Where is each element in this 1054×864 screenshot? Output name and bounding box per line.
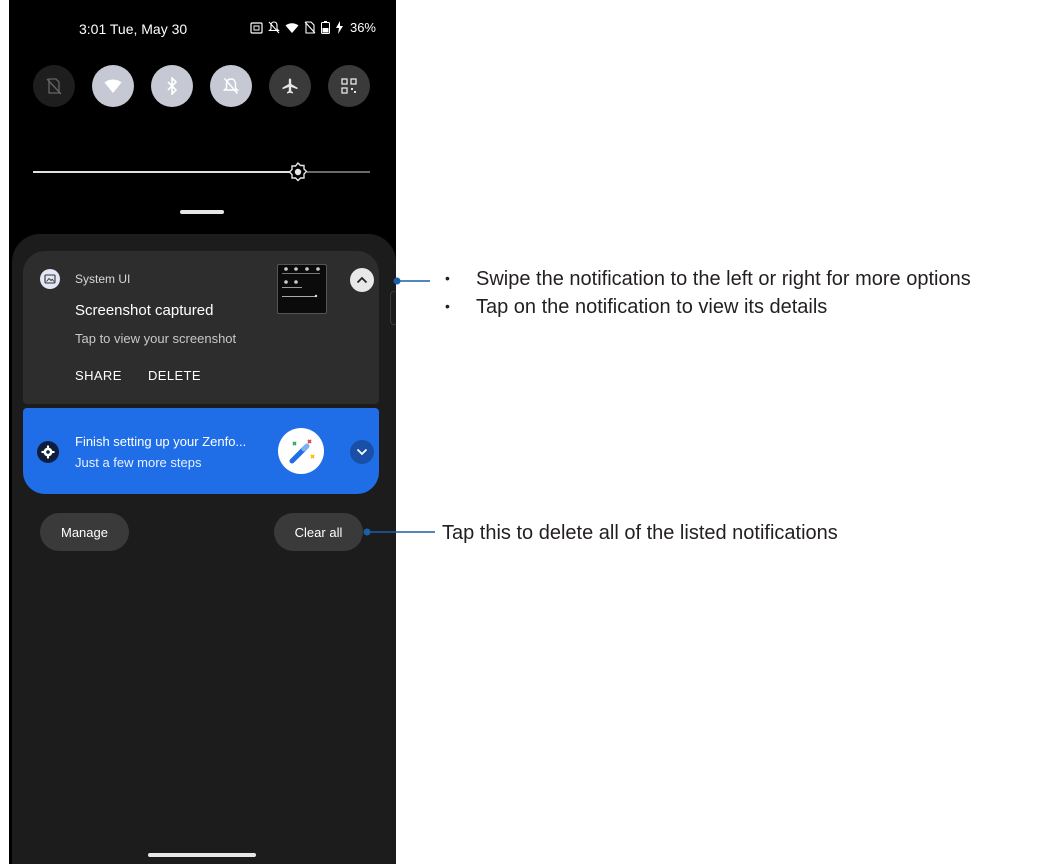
bullet-2: • [445,298,450,314]
callout-lines [363,277,435,536]
annotation-tap-details: Tap on the notification to view its deta… [476,296,828,318]
annotation-swipe: Swipe the notification to the left or ri… [476,268,971,290]
bullet-1: • [445,270,450,286]
annotation-clear-all: Tap this to delete all of the listed not… [442,522,838,544]
